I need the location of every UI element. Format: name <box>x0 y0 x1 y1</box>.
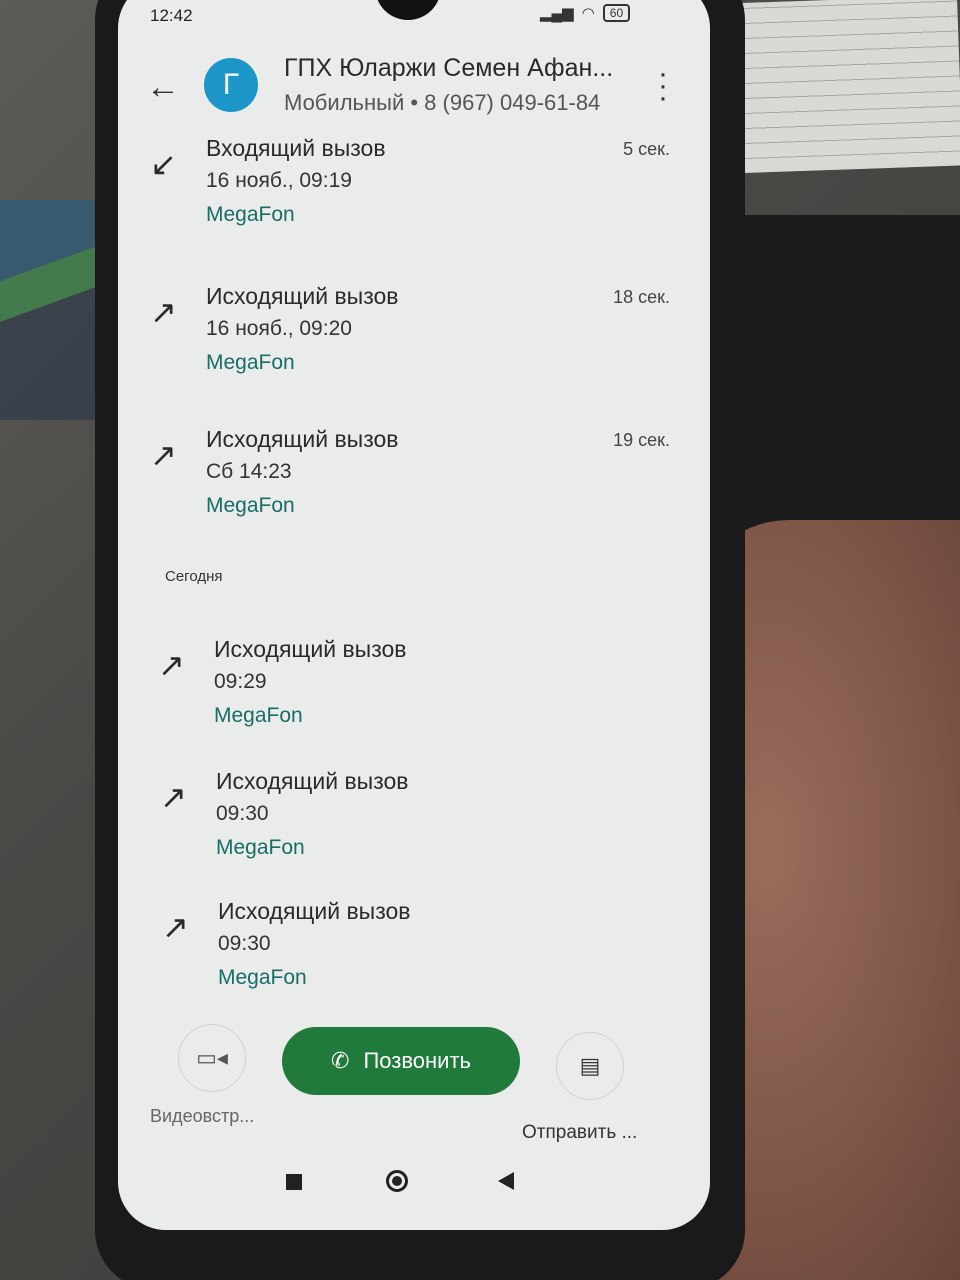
signal-icon: ▂▄▆ <box>540 5 574 22</box>
outgoing-call-icon: ↗ <box>160 779 187 815</box>
wifi-icon: ◠ <box>581 5 595 22</box>
call-time: 16 нояб., 09:19 <box>206 169 352 192</box>
call-button-label: Позвонить <box>363 1048 471 1073</box>
video-call-label: Видеовстр... <box>150 1106 255 1126</box>
incoming-call-icon: ↙ <box>150 146 177 182</box>
call-time: 09:30 <box>218 932 271 955</box>
outgoing-call-icon: ↗ <box>150 437 177 473</box>
more-options-icon[interactable]: · · · <box>658 59 668 113</box>
call-type: Исходящий вызов <box>214 636 407 662</box>
call-entry[interactable]: ↙ Входящий вызов 16 нояб., 09:19 MegaFon… <box>150 135 690 235</box>
home-icon[interactable] <box>386 1170 408 1192</box>
call-type: Исходящий вызов <box>216 768 409 794</box>
outgoing-call-icon: ↗ <box>158 647 185 683</box>
call-carrier: MegaFon <box>206 351 295 374</box>
video-camera-icon: ▭◂ <box>196 1045 228 1070</box>
call-button[interactable]: ✆ Позвонить <box>282 1027 520 1095</box>
call-type: Исходящий вызов <box>206 426 399 452</box>
call-carrier: MegaFon <box>214 704 303 727</box>
outgoing-call-icon: ↗ <box>162 909 189 945</box>
back-icon[interactable] <box>498 1172 514 1190</box>
message-icon: ▤ <box>579 1053 601 1078</box>
call-type: Исходящий вызов <box>206 283 399 309</box>
call-time: 16 нояб., 09:20 <box>206 317 352 340</box>
contact-header: ← Г ГПХ Юларжи Семен Афан... Мобильный •… <box>118 48 710 134</box>
avatar: Г <box>204 58 258 112</box>
message-label: Отправить ... <box>522 1122 638 1143</box>
call-duration: 19 сек. <box>613 430 670 450</box>
call-duration: 18 сек. <box>613 287 670 307</box>
battery-icon: 60 <box>602 4 631 22</box>
call-entry[interactable]: ↗ Исходящий вызов 09:29 MegaFon <box>158 636 698 736</box>
call-carrier: MegaFon <box>206 494 295 517</box>
photo-scene: 12:42 ▂▄▆ ◠ 60 ← Г ГПХ Юларжи Семен Афан… <box>0 0 960 1280</box>
call-carrier: MegaFon <box>218 966 307 989</box>
contact-name: ГПХ Юларжи Семен Афан... <box>284 54 614 82</box>
call-time: 09:30 <box>216 802 269 825</box>
call-time: Сб 14:23 <box>206 460 292 483</box>
outgoing-call-icon: ↗ <box>150 294 177 330</box>
back-arrow-icon[interactable]: ← <box>146 68 180 107</box>
status-icons: ▂▄▆ ◠ 60 <box>540 4 631 22</box>
call-entry[interactable]: ↗ Исходящий вызов Сб 14:23 MegaFon 19 се… <box>150 426 690 526</box>
call-entry[interactable]: ↗ Исходящий вызов 16 нояб., 09:20 MegaFo… <box>150 283 690 383</box>
call-entry[interactable]: ↗ Исходящий вызов 09:30 MegaFon <box>162 898 702 998</box>
call-duration: 5 сек. <box>623 139 670 159</box>
call-carrier: MegaFon <box>216 836 305 859</box>
recents-icon[interactable] <box>286 1174 302 1190</box>
phone-icon: ✆ <box>331 1048 350 1073</box>
message-button[interactable]: ▤ <box>556 1032 624 1100</box>
status-time: 12:42 <box>150 6 193 25</box>
section-today-label: Сегодня <box>165 568 223 585</box>
navigation-bar <box>118 1162 710 1210</box>
call-type: Исходящий вызов <box>218 898 411 924</box>
contact-phone: Мобильный • 8 (967) 049-61-84 <box>284 90 601 115</box>
call-time: 09:29 <box>214 670 267 693</box>
video-call-button[interactable]: ▭◂ <box>178 1024 246 1092</box>
call-entry[interactable]: ↗ Исходящий вызов 09:30 MegaFon <box>160 768 700 868</box>
call-type: Входящий вызов <box>206 135 386 161</box>
call-carrier: MegaFon <box>206 203 295 226</box>
